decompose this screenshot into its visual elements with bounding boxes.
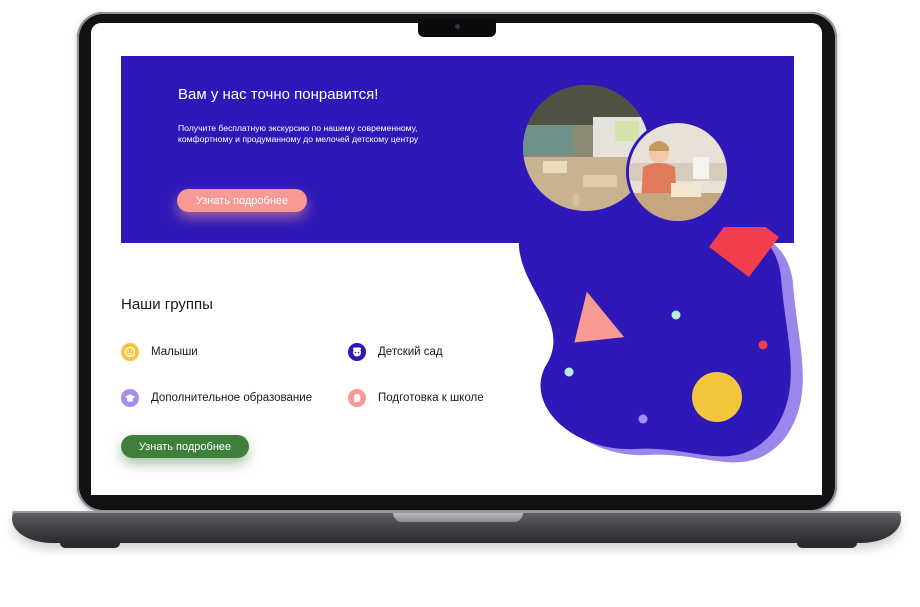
- teal-dot-shape: [671, 310, 681, 320]
- groups-title: Наши группы: [121, 296, 213, 313]
- laptop-hinge-notch: [393, 513, 523, 522]
- group-item-extra-education[interactable]: Дополнительное образование: [121, 389, 312, 407]
- red-dot-shape: [758, 340, 768, 350]
- yellow-circle-shape: [692, 372, 742, 422]
- laptop-screen: Вам у нас точно понравится! Получите бес…: [91, 23, 822, 495]
- lavender-dot-shape: [638, 414, 648, 424]
- group-item-kindergarten[interactable]: Детский сад: [348, 343, 443, 361]
- hero-description: Получите бесплатную экскурсию по нашему …: [178, 123, 419, 144]
- decor-blob: [518, 227, 803, 463]
- teal-dot-shape: [564, 367, 574, 377]
- kid-face-icon: [348, 343, 366, 361]
- group-label: Подготовка к школе: [378, 392, 484, 404]
- laptop-foot: [797, 543, 857, 548]
- camera-icon: [455, 24, 460, 29]
- hero-title: Вам у нас точно понравится!: [178, 86, 379, 103]
- group-label: Малыши: [151, 346, 198, 358]
- graduation-cap-icon: [121, 389, 139, 407]
- group-item-toddlers[interactable]: Малыши: [121, 343, 198, 361]
- laptop-foot: [60, 543, 120, 548]
- hand-icon: [348, 389, 366, 407]
- group-label: Дополнительное образование: [151, 392, 313, 404]
- child-playing-photo: [626, 120, 730, 224]
- smile-icon: [121, 343, 139, 361]
- hero-more-button[interactable]: Узнать подробнее: [177, 189, 307, 212]
- group-item-school-prep[interactable]: Подготовка к школе: [348, 389, 484, 407]
- group-label: Детский сад: [378, 346, 443, 358]
- groups-more-button[interactable]: Узнать подробнее: [121, 435, 249, 458]
